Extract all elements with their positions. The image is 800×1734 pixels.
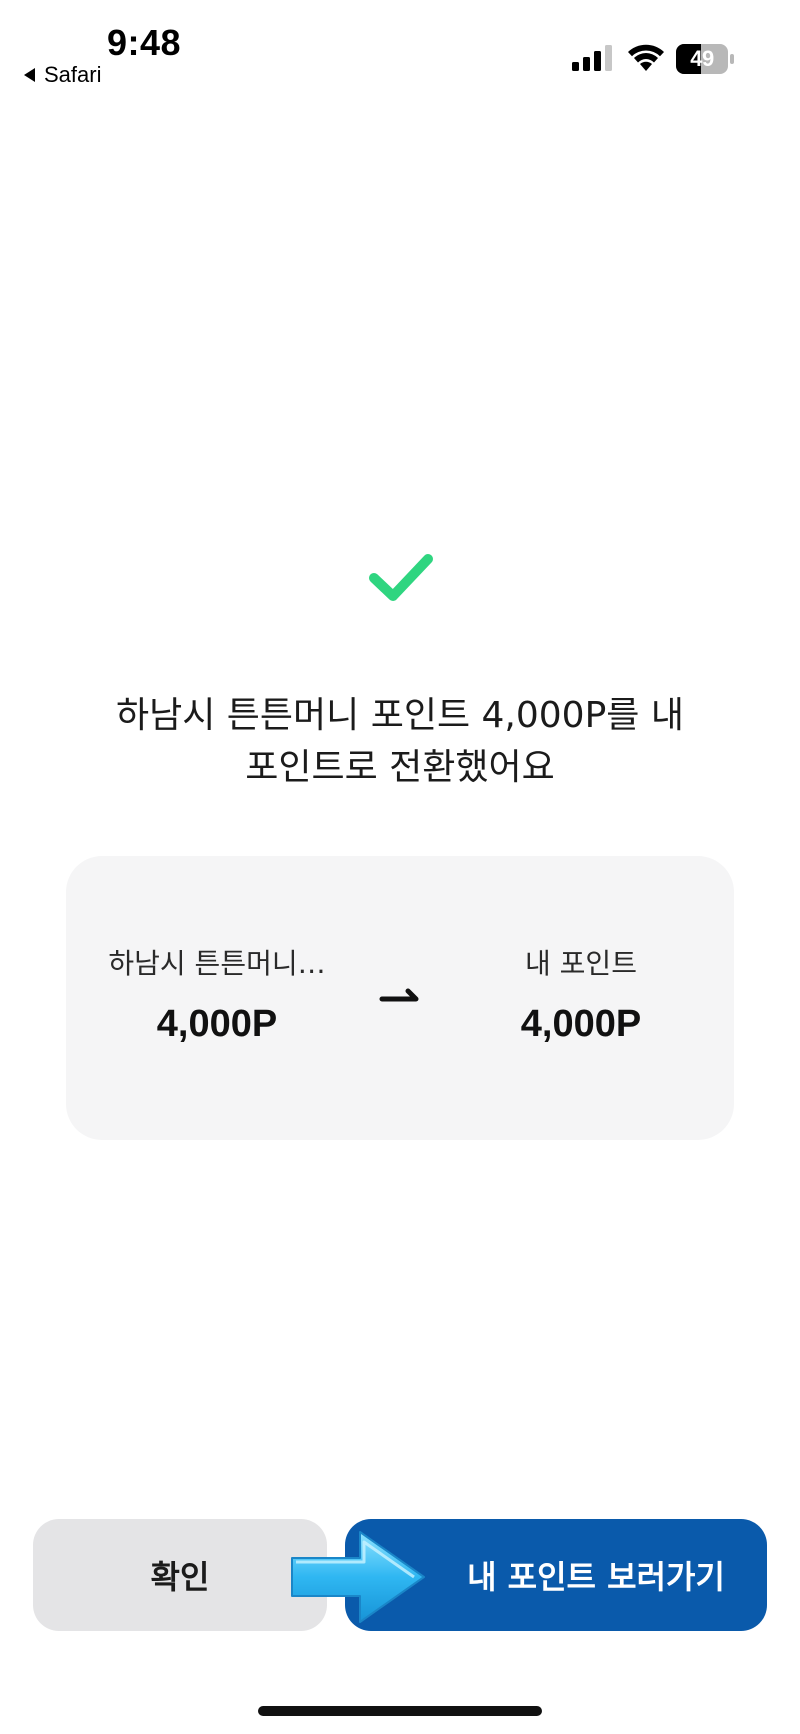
- pointer-arrow-icon: [291, 1531, 425, 1623]
- status-time: 9:48: [107, 22, 182, 63]
- wifi-icon: [628, 44, 664, 71]
- conversion-source: 하남시 튼튼머니… 4,000P: [94, 944, 340, 1046]
- check-icon: [369, 554, 433, 601]
- result-message-line-2: 포인트로 전환했어요: [245, 747, 555, 788]
- back-triangle-icon: [24, 68, 35, 82]
- back-to-safari-link[interactable]: Safari: [24, 62, 101, 88]
- conversion-summary-card: 하남시 튼튼머니… 4,000P 내 포인트 4,000P: [66, 856, 734, 1140]
- confirm-button[interactable]: 확인: [33, 1519, 327, 1631]
- signal-icon: [572, 45, 612, 71]
- source-amount: 4,000P: [156, 1003, 278, 1045]
- result-message-line-1: 하남시 튼튼머니 포인트 4,000P를 내: [116, 695, 684, 736]
- confirm-button-label: 확인: [150, 1558, 210, 1596]
- source-label: 하남시 튼튼머니…: [108, 947, 326, 980]
- target-label: 내 포인트: [525, 947, 637, 980]
- status-bar: 9:48 Safari 49: [0, 0, 800, 100]
- target-amount: 4,000P: [520, 1003, 642, 1045]
- result-message: 하남시 튼튼머니 포인트 4,000P를 내 포인트로 전환했어요: [60, 690, 740, 794]
- conversion-target: 내 포인트 4,000P: [458, 944, 704, 1046]
- view-my-points-label: 내 포인트 보러가기: [467, 1558, 725, 1596]
- back-app-label: Safari: [44, 62, 102, 87]
- home-indicator: [258, 1706, 542, 1716]
- arrow-right-icon: [379, 988, 419, 1002]
- battery-level: 49: [690, 46, 714, 71]
